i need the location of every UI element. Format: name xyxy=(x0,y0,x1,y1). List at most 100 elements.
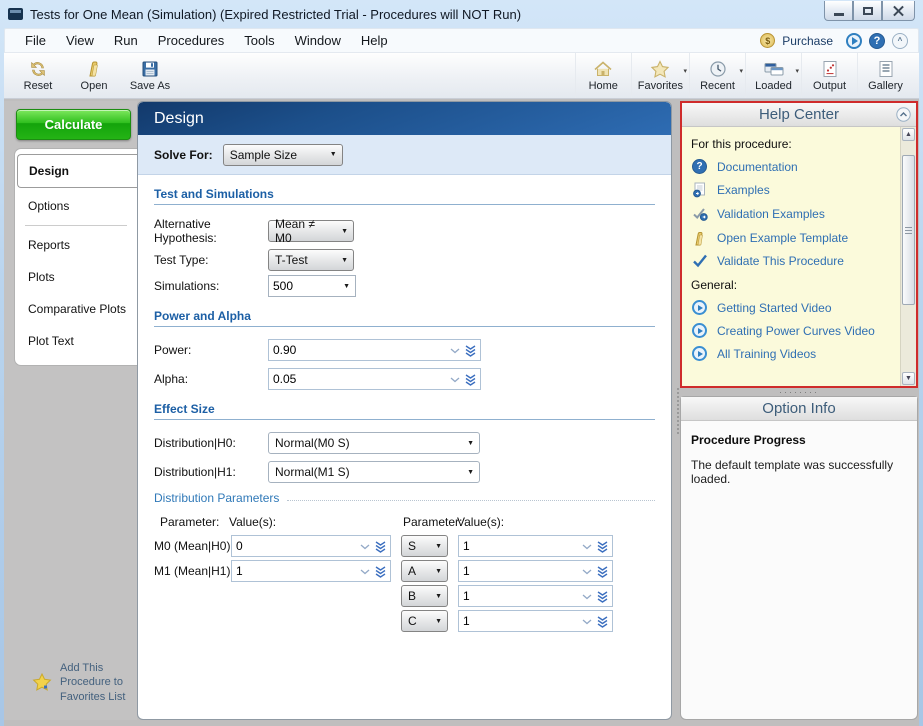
calculate-button[interactable]: Calculate xyxy=(16,109,131,140)
expand-values-icon[interactable] xyxy=(597,566,608,578)
home-button[interactable]: Home xyxy=(575,53,631,98)
chevron-down-icon[interactable] xyxy=(582,544,592,550)
tab-plots[interactable]: Plots xyxy=(15,261,137,293)
purchase-link[interactable]: Purchase xyxy=(782,34,833,48)
validate-check-icon xyxy=(692,254,708,268)
simulations-input[interactable] xyxy=(271,278,326,294)
play-video-icon xyxy=(692,346,707,361)
recent-button[interactable]: ▾ Recent xyxy=(689,53,745,98)
alpha-field[interactable] xyxy=(268,368,481,390)
chevron-down-icon[interactable] xyxy=(360,569,370,575)
param-s-select[interactable]: S ▼ xyxy=(401,535,448,557)
creating-power-curves-video-link[interactable]: Creating Power Curves Video xyxy=(691,323,898,338)
chevron-down-icon[interactable] xyxy=(450,348,460,354)
scroll-down-icon[interactable]: ▼ xyxy=(902,372,915,385)
expand-values-icon[interactable] xyxy=(597,591,608,603)
section-effect-size: Effect Size xyxy=(154,402,655,420)
gallery-button[interactable]: Gallery xyxy=(857,53,913,98)
menu-run[interactable]: Run xyxy=(104,33,148,48)
expand-values-icon[interactable] xyxy=(375,566,386,578)
menu-file[interactable]: File xyxy=(15,33,56,48)
validate-this-procedure-link[interactable]: Validate This Procedure xyxy=(691,254,898,268)
expand-values-icon[interactable] xyxy=(597,616,608,628)
help-icon[interactable]: ? xyxy=(869,33,885,49)
favorites-dropdown-icon[interactable]: ▾ xyxy=(683,67,687,75)
examples-link[interactable]: Examples xyxy=(691,182,898,198)
expand-values-icon[interactable] xyxy=(465,345,476,357)
save-as-button[interactable]: Save As xyxy=(122,53,178,98)
intro-video-icon[interactable] xyxy=(846,33,862,49)
close-button[interactable] xyxy=(882,1,915,21)
alt-hypothesis-select[interactable]: Mean ≠ M0 ▼ xyxy=(268,220,354,242)
all-training-videos-link[interactable]: All Training Videos xyxy=(691,346,898,361)
validation-examples-link[interactable]: Validation Examples xyxy=(691,206,898,222)
documentation-link[interactable]: ? Documentation xyxy=(691,159,898,174)
power-field[interactable] xyxy=(268,339,481,361)
expand-values-icon[interactable] xyxy=(597,541,608,553)
param-b-input[interactable] xyxy=(461,588,579,604)
recent-dropdown-icon[interactable]: ▾ xyxy=(739,67,743,75)
collapse-toolbar-icon[interactable]: ^ xyxy=(892,33,908,49)
m1-input[interactable] xyxy=(234,563,357,579)
add-to-favorites-link[interactable]: Add This Procedure to Favorites List xyxy=(4,653,137,720)
solve-for-select[interactable]: Sample Size ▼ xyxy=(223,144,343,166)
power-input[interactable] xyxy=(271,342,447,358)
menu-view[interactable]: View xyxy=(56,33,104,48)
alpha-input[interactable] xyxy=(271,371,447,387)
param-a-select[interactable]: A ▼ xyxy=(401,560,448,582)
simulations-combo[interactable]: ▼ xyxy=(268,275,356,297)
chevron-down-icon[interactable] xyxy=(360,544,370,550)
param-c-input[interactable] xyxy=(461,613,579,629)
param-c-select[interactable]: C ▼ xyxy=(401,610,448,632)
tab-options[interactable]: Options xyxy=(15,190,137,222)
menu-tools[interactable]: Tools xyxy=(234,33,284,48)
open-button[interactable]: Open xyxy=(66,53,122,98)
collapse-panel-icon[interactable] xyxy=(896,107,911,126)
menu-help[interactable]: Help xyxy=(351,33,398,48)
param-a-field[interactable] xyxy=(458,560,613,582)
param-c-field[interactable] xyxy=(458,610,613,632)
minimize-button[interactable] xyxy=(824,1,853,21)
toolbar: Reset Open Save As Home ▾ Favorites ▾ Re… xyxy=(4,53,919,99)
reset-button[interactable]: Reset xyxy=(10,53,66,98)
loaded-dropdown-icon[interactable]: ▾ xyxy=(795,67,799,75)
getting-started-video-link[interactable]: Getting Started Video xyxy=(691,300,898,315)
horizontal-splitter[interactable]: ········ xyxy=(680,388,918,396)
favorites-button[interactable]: ▾ Favorites xyxy=(631,53,689,98)
open-example-template-link[interactable]: Open Example Template xyxy=(691,230,898,246)
tab-comparative-plots[interactable]: Comparative Plots xyxy=(15,293,137,325)
menu-window[interactable]: Window xyxy=(285,33,351,48)
expand-values-icon[interactable] xyxy=(375,541,386,553)
distribution-h1-select[interactable]: Normal(M1 S) ▼ xyxy=(268,461,480,483)
scroll-up-icon[interactable]: ▲ xyxy=(902,128,915,141)
app-icon xyxy=(8,8,23,20)
m1-field[interactable] xyxy=(231,560,391,582)
m0-input[interactable] xyxy=(234,538,357,554)
maximize-button[interactable] xyxy=(853,1,882,21)
tab-reports[interactable]: Reports xyxy=(15,229,137,261)
param-b-field[interactable] xyxy=(458,585,613,607)
tab-plot-text[interactable]: Plot Text xyxy=(15,325,137,357)
output-button[interactable]: Output xyxy=(801,53,857,98)
param-s-field[interactable] xyxy=(458,535,613,557)
chevron-down-icon: ▼ xyxy=(435,568,442,575)
distribution-parameters-grid: Parameter: Value(s): M0 (Mean|H0) xyxy=(154,515,655,635)
param-b-select[interactable]: B ▼ xyxy=(401,585,448,607)
tab-design[interactable]: Design xyxy=(17,154,137,188)
reset-icon xyxy=(28,59,48,79)
menu-procedures[interactable]: Procedures xyxy=(148,33,234,48)
scrollbar-thumb[interactable] xyxy=(902,155,915,305)
chevron-down-icon[interactable] xyxy=(582,594,592,600)
chevron-down-icon[interactable] xyxy=(450,377,460,383)
chevron-down-icon[interactable] xyxy=(582,569,592,575)
expand-values-icon[interactable] xyxy=(465,374,476,386)
m0-field[interactable] xyxy=(231,535,391,557)
distribution-h0-select[interactable]: Normal(M0 S) ▼ xyxy=(268,432,480,454)
chevron-down-icon[interactable] xyxy=(582,619,592,625)
param-a-input[interactable] xyxy=(461,563,579,579)
test-type-select[interactable]: T-Test ▼ xyxy=(268,249,354,271)
help-center-scrollbar[interactable]: ▲ ▼ xyxy=(900,127,916,386)
values-header: Value(s): xyxy=(457,515,504,529)
param-s-input[interactable] xyxy=(461,538,579,554)
loaded-button[interactable]: ▾ Loaded xyxy=(745,53,801,98)
